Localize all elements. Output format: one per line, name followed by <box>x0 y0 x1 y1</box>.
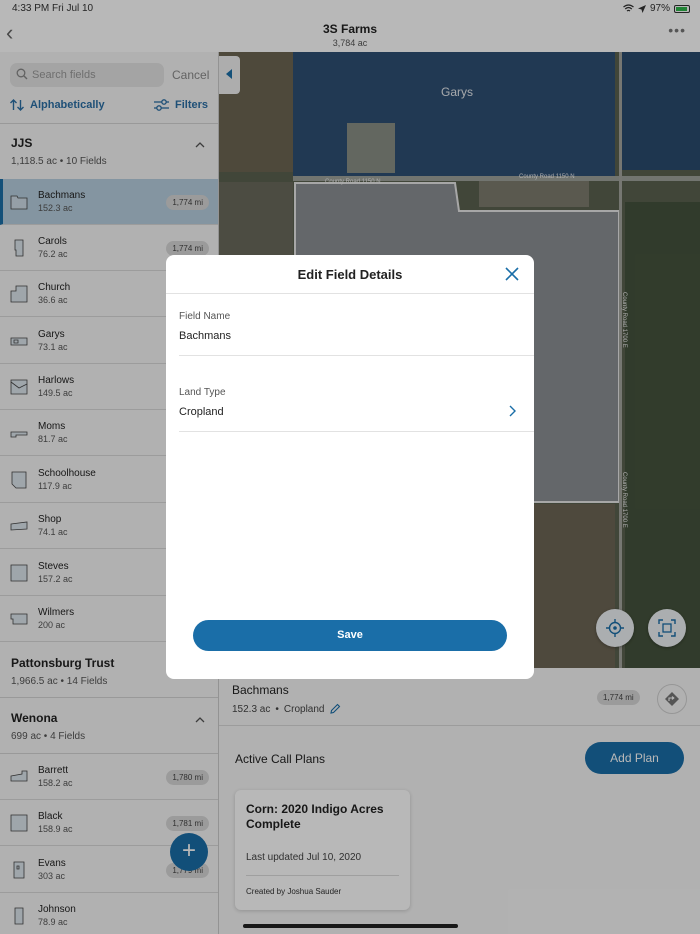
edit-field-details-modal: Edit Field Details Field Name Bachmans L… <box>166 255 534 679</box>
land-type-label: Land Type <box>179 387 226 398</box>
land-type-select[interactable]: Cropland <box>179 406 224 418</box>
modal-title: Edit Field Details <box>297 267 403 282</box>
save-button[interactable]: Save <box>193 620 507 651</box>
field-name-input[interactable]: Bachmans <box>179 330 231 342</box>
land-type-underline <box>179 431 534 432</box>
close-icon[interactable] <box>504 266 520 282</box>
field-name-underline <box>179 355 534 356</box>
field-name-label: Field Name <box>179 311 231 322</box>
chevron-right-icon[interactable] <box>508 405 516 417</box>
modal-header-divider <box>166 293 534 294</box>
